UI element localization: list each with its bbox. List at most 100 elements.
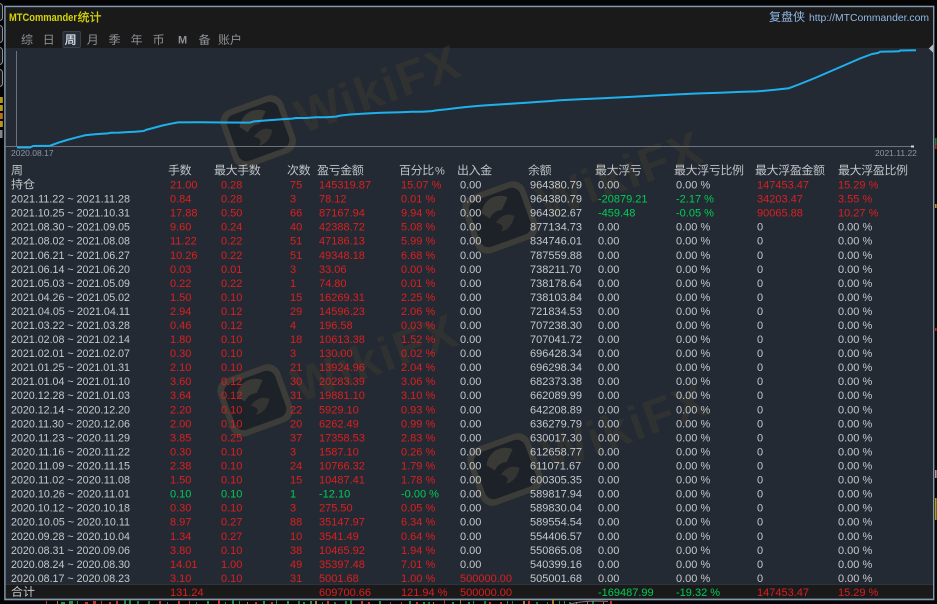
svg-text:0: 0 [757,475,763,487]
svg-text:0: 0 [757,236,763,248]
svg-text:0.00: 0.00 [598,320,619,332]
svg-text:1: 1 [290,278,296,290]
svg-text:682373.38: 682373.38 [530,376,582,388]
svg-text:0.00 %: 0.00 % [676,376,710,388]
svg-text:3: 3 [290,348,296,360]
svg-text:0.00: 0.00 [460,320,481,332]
svg-text:0.00: 0.00 [460,306,481,318]
svg-text:0.99 %: 0.99 % [401,418,435,430]
svg-text:2020.10.12 ~ 2020.10.18: 2020.10.12 ~ 2020.10.18 [11,503,130,515]
svg-text:0: 0 [757,559,763,571]
svg-text:2020.09.28 ~ 2020.10.04: 2020.09.28 ~ 2020.10.04 [11,531,130,543]
svg-text:15: 15 [290,475,302,487]
svg-text:0.01: 0.01 [221,264,242,276]
svg-text:0.00 %: 0.00 % [676,250,710,262]
svg-text:630017.30: 630017.30 [530,432,582,444]
svg-text:0.00 %: 0.00 % [676,362,710,374]
svg-text:14.01: 14.01 [170,559,198,571]
svg-text:3541.49: 3541.49 [319,531,359,543]
svg-text:0.00: 0.00 [460,376,481,388]
svg-text:0.00 %: 0.00 % [676,222,710,234]
svg-text:0: 0 [757,278,763,290]
svg-text:612658.77: 612658.77 [530,446,582,458]
svg-text:0.00: 0.00 [460,180,481,192]
svg-text:589554.54: 589554.54 [530,517,582,529]
svg-text:0.00 %: 0.00 % [676,531,710,543]
svg-text:2020.08.24 ~ 2020.08.30: 2020.08.24 ~ 2020.08.30 [11,559,130,571]
svg-text:2021.06.21 ~ 2021.06.27: 2021.06.21 ~ 2021.06.27 [11,250,130,262]
svg-text:15.29 %: 15.29 % [838,180,879,192]
svg-text:10766.32: 10766.32 [319,461,365,473]
svg-text:0.27: 0.27 [221,531,242,543]
svg-text:2020.08.31 ~ 2020.09.06: 2020.08.31 ~ 2020.09.06 [11,545,130,557]
svg-text:3: 3 [290,194,296,206]
svg-text:505001.68: 505001.68 [530,573,582,585]
svg-text:0.02 %: 0.02 % [401,348,435,360]
svg-text:0.00: 0.00 [460,278,481,290]
svg-text:35147.97: 35147.97 [319,517,365,529]
svg-text:2.04 %: 2.04 % [401,362,435,374]
svg-text:1.50: 1.50 [170,475,191,487]
svg-text:0.00 %: 0.00 % [676,573,710,585]
svg-text:642208.89: 642208.89 [530,404,582,416]
svg-text:275.50: 275.50 [319,503,353,515]
svg-text:0.00 %: 0.00 % [676,334,710,346]
svg-text:0: 0 [757,376,763,388]
svg-text:34203.47: 34203.47 [757,194,803,206]
svg-text:0.00 %: 0.00 % [838,432,872,444]
svg-text:2020.12.28 ~ 2021.01.03: 2020.12.28 ~ 2021.01.03 [11,390,130,402]
svg-text:0.00: 0.00 [460,222,481,234]
svg-text:0.00 %: 0.00 % [676,545,710,557]
svg-text:20283.39: 20283.39 [319,376,365,388]
svg-text:0.25: 0.25 [221,432,242,444]
svg-text:2020.08.17 ~ 2020.08.23: 2020.08.17 ~ 2020.08.23 [11,573,130,585]
svg-text:0.00: 0.00 [460,517,481,529]
svg-text:-459.48: -459.48 [598,208,635,220]
svg-text:6262.49: 6262.49 [319,418,359,430]
svg-text:2.38: 2.38 [170,461,191,473]
svg-text:0.00: 0.00 [460,461,481,473]
svg-text:74.80: 74.80 [319,278,347,290]
svg-text:3.60: 3.60 [170,376,191,388]
svg-text:0.00 %: 0.00 % [838,545,872,557]
svg-text:147453.47: 147453.47 [757,587,809,599]
svg-text:500000.00: 500000.00 [460,573,512,585]
svg-text:0: 0 [757,531,763,543]
svg-text:18: 18 [290,334,302,346]
svg-text:0.00: 0.00 [460,489,481,501]
svg-text:0.00: 0.00 [598,559,619,571]
svg-text:0.00: 0.00 [460,531,481,543]
svg-text:3: 3 [290,446,296,458]
svg-text:6.68 %: 6.68 % [401,250,435,262]
svg-text:9.60: 9.60 [170,222,191,234]
svg-text:0.22: 0.22 [221,236,242,248]
svg-text:10487.41: 10487.41 [319,475,365,487]
svg-text:0.10: 0.10 [221,503,242,515]
svg-text:6.34 %: 6.34 % [401,517,435,529]
svg-text:0.10: 0.10 [221,545,242,557]
svg-text:1.00 %: 1.00 % [401,573,435,585]
svg-text:0.00: 0.00 [598,306,619,318]
svg-text:0.00 %: 0.00 % [676,446,710,458]
svg-text:0: 0 [757,517,763,529]
svg-text:554406.57: 554406.57 [530,531,582,543]
svg-text:5.99 %: 5.99 % [401,236,435,248]
svg-text:21.00: 21.00 [170,180,198,192]
svg-text:600305.35: 600305.35 [530,475,582,487]
svg-text:9.94 %: 9.94 % [401,208,435,220]
svg-text:15.29 %: 15.29 % [838,587,879,599]
svg-text:0.00: 0.00 [598,475,619,487]
svg-text:2020.11.30 ~ 2020.12.06: 2020.11.30 ~ 2020.12.06 [11,418,130,430]
svg-text:16269.31: 16269.31 [319,292,365,304]
svg-text:5001.68: 5001.68 [319,573,359,585]
svg-text:0: 0 [757,489,763,501]
svg-text:3: 3 [290,264,296,276]
svg-text:13924.96: 13924.96 [319,362,365,374]
svg-text:500000.00: 500000.00 [460,587,512,599]
svg-text:0.00 %: 0.00 % [838,306,872,318]
svg-text:0.00: 0.00 [598,236,619,248]
svg-text:20: 20 [290,418,302,430]
svg-text:0.00 %: 0.00 % [676,489,710,501]
svg-text:0.00 %: 0.00 % [838,292,872,304]
svg-text:0.10: 0.10 [221,362,242,374]
